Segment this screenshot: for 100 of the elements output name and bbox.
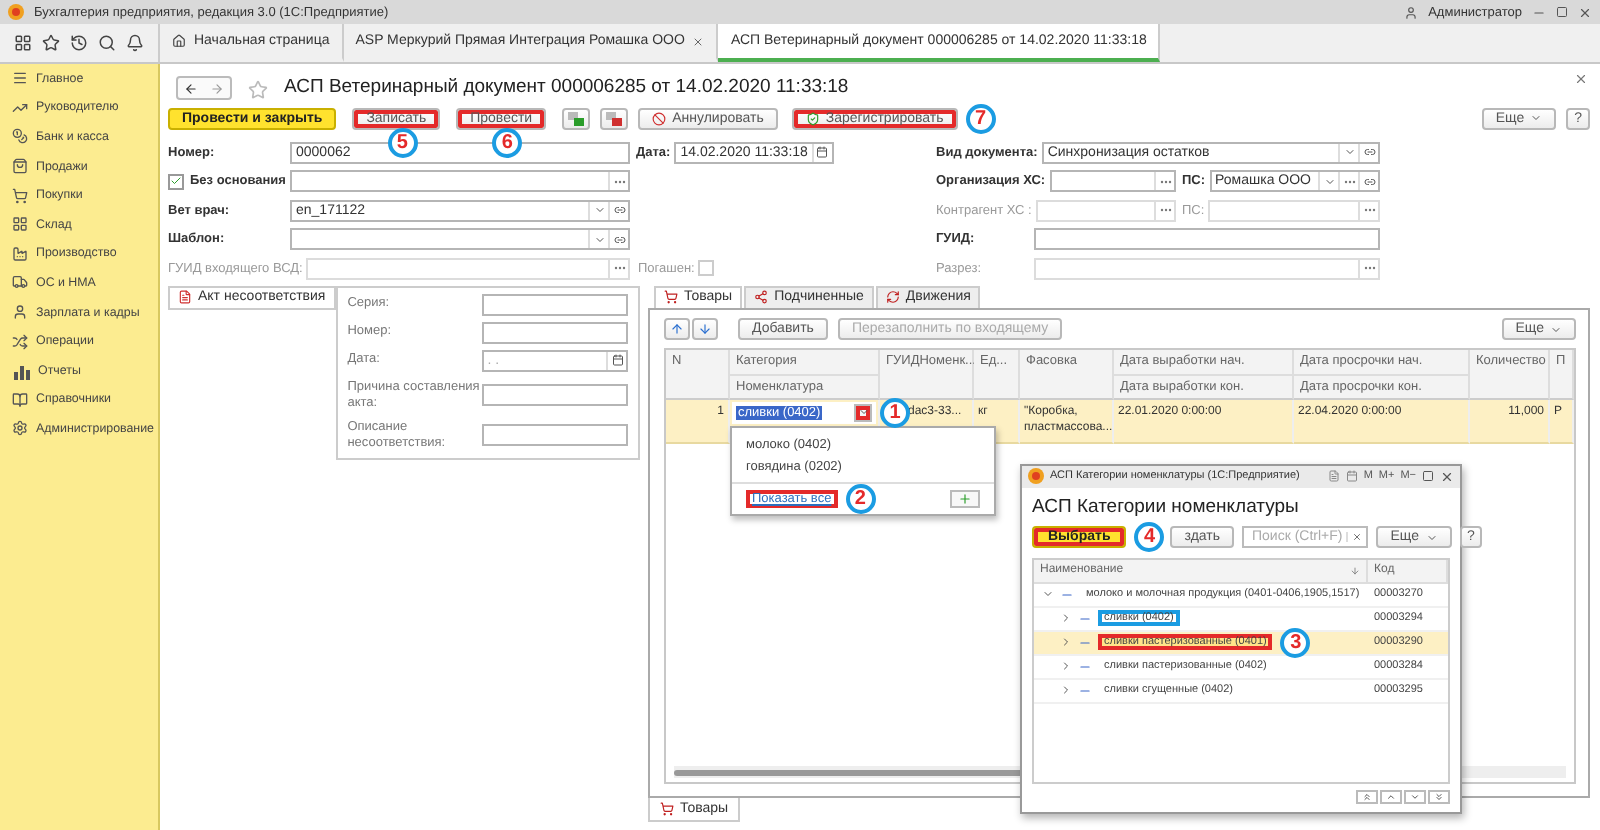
bag-icon <box>12 158 28 175</box>
open-button[interactable] <box>608 230 628 249</box>
link-icon <box>613 233 625 246</box>
down-button[interactable] <box>1404 789 1426 803</box>
move-down-button[interactable] <box>692 318 718 340</box>
link-icon <box>613 204 625 217</box>
callout-number: 1 <box>880 397 910 427</box>
close-icon <box>1440 469 1454 483</box>
ellipsis-icon <box>613 179 625 184</box>
refresh-icon <box>885 290 900 304</box>
history-icon <box>69 34 88 52</box>
dropdown-button[interactable] <box>588 230 608 249</box>
input-field[interactable] <box>289 170 630 193</box>
check-icon <box>170 174 182 189</box>
ellipsis-icon <box>1363 208 1375 213</box>
calendar-button[interactable] <box>606 351 626 369</box>
callout-number: 2 <box>845 483 876 513</box>
select-button[interactable] <box>608 172 628 191</box>
dropdown-button[interactable] <box>588 201 608 220</box>
callout-number: 7 <box>965 103 996 133</box>
dropdown-button[interactable] <box>1338 143 1358 162</box>
double-up-icon <box>1362 791 1372 801</box>
ledger-button[interactable] <box>600 107 629 129</box>
right-arrow-icon <box>210 81 224 95</box>
open-button[interactable] <box>1358 172 1378 191</box>
caret-icon <box>1530 112 1543 124</box>
up-button[interactable] <box>1380 789 1402 803</box>
input-field[interactable] <box>290 228 630 251</box>
ledger-icon <box>568 111 585 125</box>
caret-icon <box>1323 175 1335 188</box>
trend-icon <box>12 99 28 116</box>
app-logo-icon <box>8 4 24 20</box>
shuffle-icon <box>12 333 28 350</box>
calendar-button[interactable] <box>811 143 832 162</box>
input-field[interactable] <box>481 321 628 343</box>
cart-icon <box>12 187 28 204</box>
expanded-caret-icon <box>1042 588 1054 600</box>
cart-icon <box>660 802 674 816</box>
open-button[interactable] <box>608 201 628 220</box>
dropdown-button[interactable] <box>854 403 872 421</box>
last-page-button[interactable] <box>1428 789 1450 803</box>
close-icon <box>1578 5 1592 19</box>
bell-icon <box>126 34 145 52</box>
add-button[interactable] <box>950 489 980 507</box>
app-logo-icon <box>1028 468 1044 484</box>
calendar-icon <box>1345 470 1358 482</box>
document-icon <box>1327 470 1340 482</box>
star-icon <box>248 80 268 100</box>
ban-icon <box>652 111 667 125</box>
document-title: АСП Ветеринарный документ 000006285 от 14.02.2020 11:33:18 <box>284 76 849 100</box>
home-icon <box>172 34 186 48</box>
caret-icon <box>1343 146 1355 159</box>
person-icon <box>12 304 28 321</box>
input-field[interactable] <box>481 384 628 406</box>
input-field[interactable] <box>1049 170 1176 193</box>
up-icon <box>1386 791 1396 801</box>
user-icon <box>1404 5 1419 19</box>
calendar-icon <box>816 146 829 159</box>
dropdown-button[interactable] <box>1318 172 1338 191</box>
input-field[interactable] <box>481 424 628 446</box>
caret-icon <box>593 204 605 217</box>
ledger-icon <box>606 111 623 125</box>
input-field[interactable] <box>1034 228 1380 251</box>
up-arrow-icon <box>670 322 684 336</box>
move-up-button[interactable] <box>664 318 690 340</box>
double-down-icon <box>1434 791 1444 801</box>
open-button[interactable] <box>1358 143 1378 162</box>
close-icon <box>692 35 705 47</box>
select-button[interactable] <box>1154 172 1174 191</box>
grid-icon <box>12 216 28 233</box>
settings-icon <box>12 420 28 437</box>
coins-icon <box>12 128 28 145</box>
factory-icon <box>12 245 28 262</box>
close-icon <box>1574 72 1588 86</box>
star-icon <box>41 34 60 52</box>
maximize-icon <box>1422 470 1434 482</box>
left-arrow-icon <box>184 81 198 95</box>
checkbox[interactable] <box>168 173 184 190</box>
select-button[interactable] <box>1338 172 1358 191</box>
caret-icon <box>1425 531 1438 543</box>
ledger-button[interactable] <box>562 107 591 129</box>
share-icon <box>754 290 769 304</box>
ellipsis-icon <box>1343 179 1355 184</box>
bar-chart-icon <box>12 361 30 380</box>
document-icon <box>178 290 192 304</box>
sort-icon <box>1350 565 1360 575</box>
ellipsis-icon <box>1363 266 1375 271</box>
truck-icon <box>12 274 28 291</box>
caret-icon <box>1550 323 1562 335</box>
book-icon <box>12 391 28 408</box>
ellipsis-icon <box>613 266 625 271</box>
ellipsis-icon <box>1159 179 1171 184</box>
dialog-heading: АСП Категории номенклатуры <box>1030 493 1301 521</box>
cart-icon <box>664 290 678 304</box>
shield-icon <box>805 111 820 125</box>
down-arrow-icon <box>698 322 712 336</box>
search-icon <box>98 34 117 52</box>
input-field[interactable] <box>481 293 628 315</box>
ellipsis-icon <box>1159 208 1171 213</box>
first-page-button[interactable] <box>1356 789 1378 803</box>
